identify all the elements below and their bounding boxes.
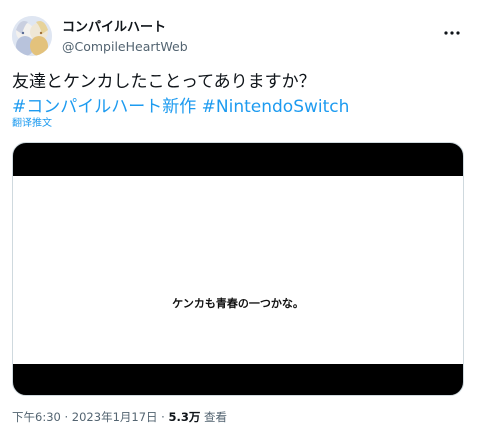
views-count: 5.3万 (168, 410, 201, 424)
tweet-text: 友達とケンカしたことってありますか？ #コンパイルハート新作 #Nintendo… (12, 70, 452, 120)
media-frame: ケンカも青春の一つかな。 (13, 176, 463, 364)
user-handle[interactable]: @CompileHeartWeb (62, 39, 188, 54)
tweet-text-line: 友達とケンカしたことってありますか？ (12, 72, 316, 92)
tweet-meta: 下午6:30 · 2023年1月17日 · 5.3万 查看 (12, 410, 227, 424)
hashtag-link[interactable]: #NintendoSwitch (202, 97, 350, 117)
media-video[interactable]: ケンカも青春の一つかな。 (12, 142, 464, 396)
hashtag-link[interactable]: #コンパイルハート新作 (12, 97, 196, 117)
more-button[interactable] (441, 24, 463, 36)
translate-tweet-link[interactable]: 翻译推文 (12, 118, 52, 130)
display-name[interactable]: コンパイルハート (62, 20, 166, 36)
media-caption: ケンカも青春の一つかな。 (172, 297, 304, 310)
meta-separator: · (64, 410, 69, 424)
avatar-image (12, 16, 52, 56)
avatar[interactable] (12, 16, 52, 56)
hashtag-line: #コンパイルハート新作 #NintendoSwitch (12, 95, 452, 120)
tweet-time[interactable]: 下午6:30 (12, 410, 61, 424)
views-label: 查看 (204, 410, 228, 424)
more-horizontal-icon (444, 31, 460, 35)
tweet-date[interactable]: 2023年1月17日 (72, 410, 158, 424)
meta-separator: · (161, 410, 165, 424)
